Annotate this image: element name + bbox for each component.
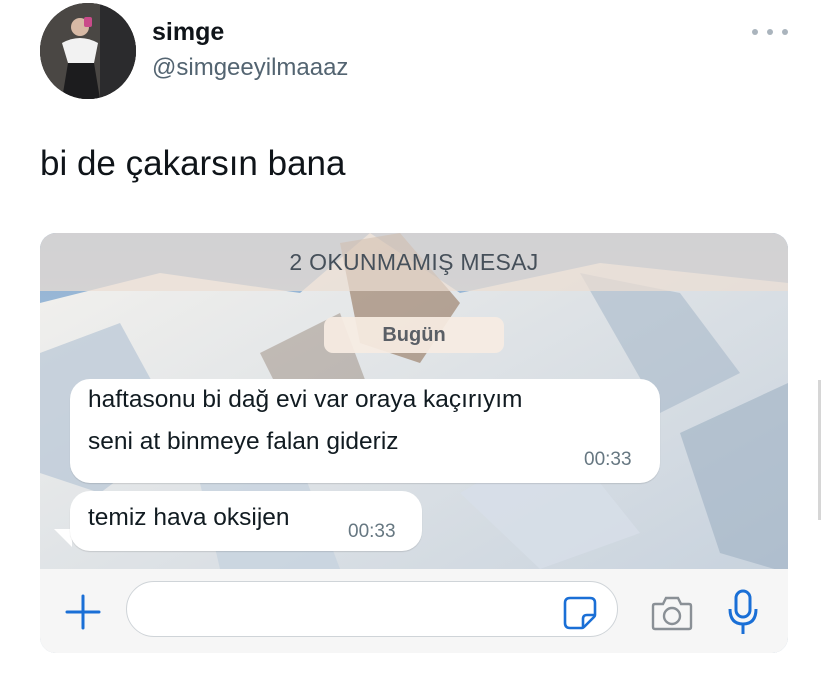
sticker-icon[interactable] — [562, 595, 598, 631]
message-line: seni at binmeye falan gideriz — [88, 428, 399, 455]
message-time: 00:33 — [348, 521, 396, 542]
message-bubble[interactable]: haftasonu bi dağ evi var oraya kaçırıyım… — [70, 379, 660, 483]
chat-input-bar — [40, 569, 788, 653]
camera-icon[interactable] — [650, 593, 694, 633]
tweet-media-image[interactable]: 2 OKUNMAMIŞ MESAJ Bugün haftasonu bi dağ… — [40, 233, 788, 653]
message-time: 00:33 — [584, 449, 632, 470]
message-input[interactable] — [126, 581, 618, 637]
date-label: Bugün — [324, 317, 504, 353]
more-options-icon[interactable] — [752, 20, 788, 44]
tweet-text: bi de çakarsın bana — [40, 144, 346, 183]
unread-messages-banner: 2 OKUNMAMIŞ MESAJ — [40, 233, 788, 291]
message-line: haftasonu bi dağ evi var oraya kaçırıyım — [88, 386, 523, 413]
plus-icon[interactable] — [64, 593, 102, 631]
author-handle[interactable]: @simgeeyilmaaaz — [152, 54, 348, 82]
scroll-indicator — [818, 380, 821, 520]
message-text: haftasonu bi dağ evi var oraya kaçırıyım… — [88, 379, 648, 463]
message-bubble[interactable]: temiz hava oksijen 00:33 — [70, 491, 422, 551]
avatar[interactable] — [40, 3, 136, 99]
microphone-icon[interactable] — [726, 589, 760, 637]
message-text: temiz hava oksijen — [88, 504, 290, 531]
author-name[interactable]: simge — [152, 18, 224, 47]
